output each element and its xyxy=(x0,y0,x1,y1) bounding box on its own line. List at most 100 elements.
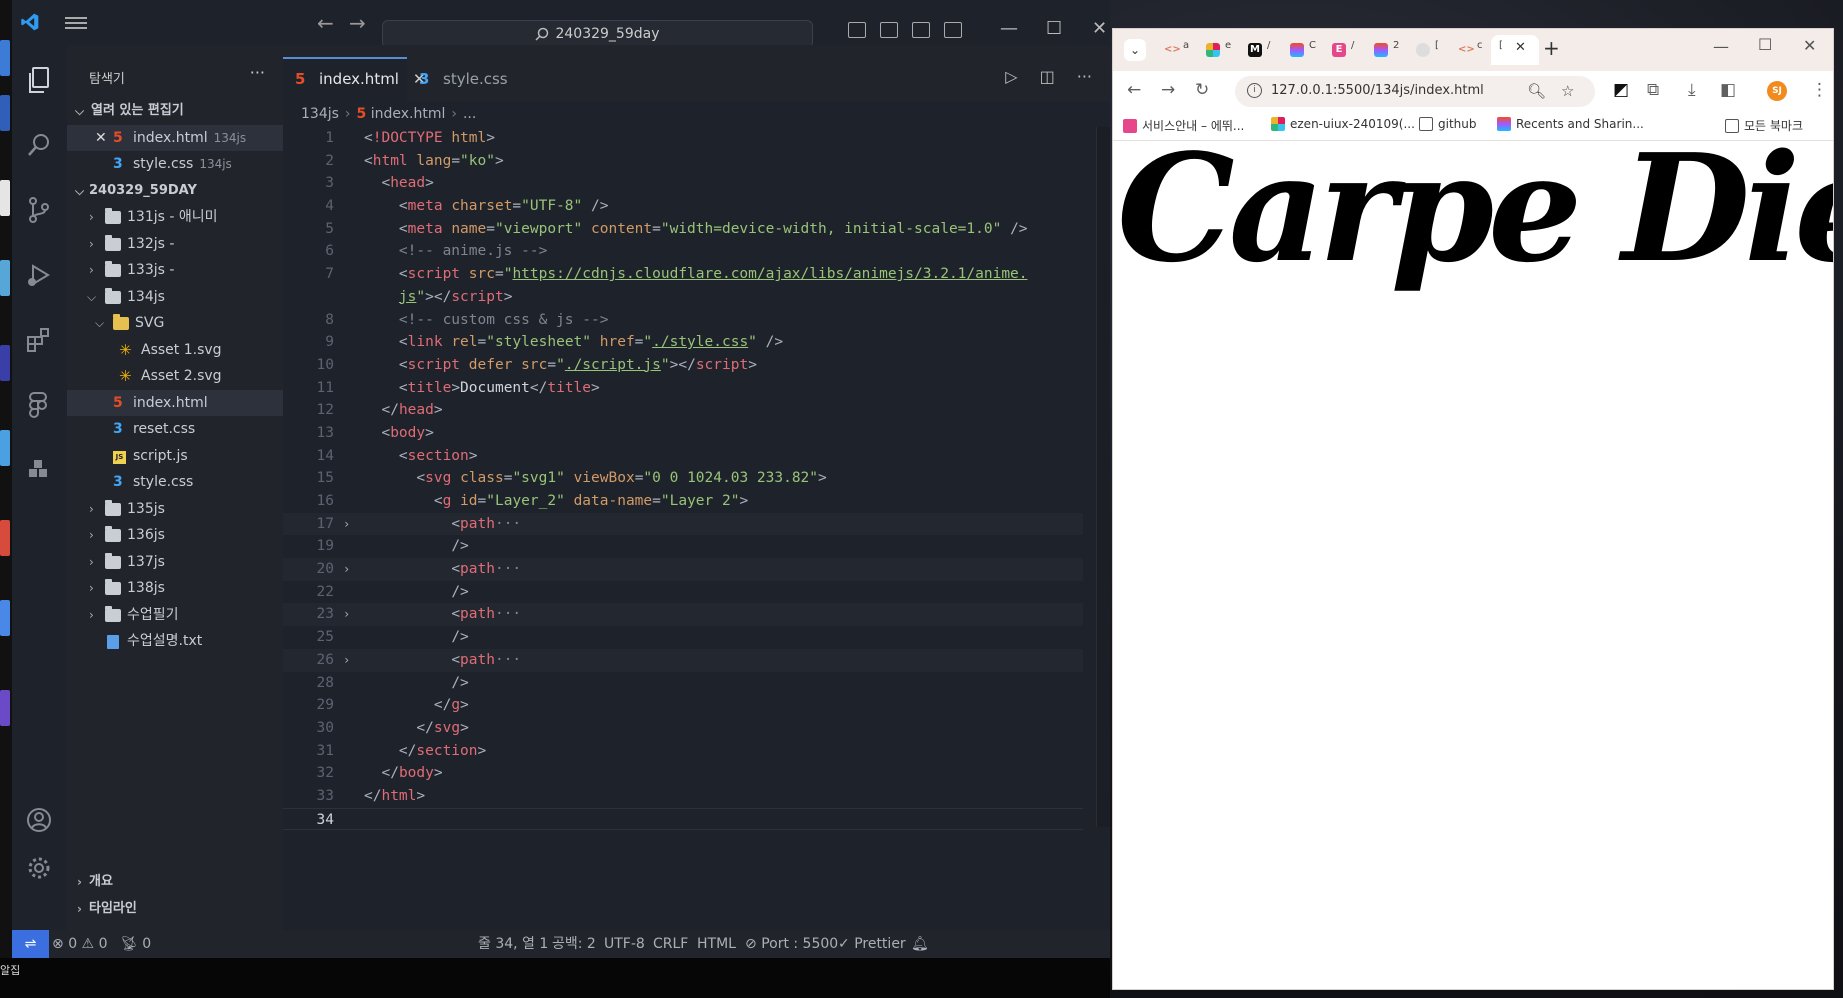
tree-folder[interactable]: ⌵ SVG xyxy=(67,310,283,337)
encoding[interactable]: UTF-8 xyxy=(604,930,645,958)
ports-indicator[interactable]: 📡︎ 0 xyxy=(120,930,151,958)
breadcrumb-symbol[interactable]: ... xyxy=(463,106,476,122)
tree-folder[interactable]: › 132js - xyxy=(67,231,283,258)
run-debug-icon[interactable] xyxy=(24,260,54,290)
run-icon[interactable]: ▷ xyxy=(1005,67,1017,86)
browser-tab[interactable]: M / xyxy=(1239,35,1279,65)
url-text[interactable]: 127.0.0.1:5500/134js/index.html xyxy=(1271,83,1484,98)
back-arrow-icon[interactable]: ← xyxy=(317,11,334,35)
forward-arrow-icon[interactable]: → xyxy=(349,11,366,35)
toggle-primary-sidebar-icon[interactable] xyxy=(848,22,866,38)
tree-folder[interactable]: › 137js xyxy=(67,549,283,576)
tree-folder[interactable]: › 수업필기 xyxy=(67,602,283,629)
browser-tab-active[interactable]: [✕ xyxy=(1491,35,1539,65)
forward-arrow-icon[interactable]: → xyxy=(1161,80,1175,100)
bookmark-folder[interactable]: github xyxy=(1419,117,1476,131)
problems-indicator[interactable]: ⊗ 0 ⚠ 0 xyxy=(52,930,107,958)
browser-tab[interactable]: C xyxy=(1281,35,1321,65)
toggle-panel-icon[interactable] xyxy=(880,22,898,38)
tree-folder[interactable]: › 133js - xyxy=(67,257,283,284)
figma-icon[interactable] xyxy=(24,390,54,420)
workspace-header[interactable]: ⌵ 240329_59DAY xyxy=(67,178,283,205)
remote-indicator-icon[interactable]: ⇌ xyxy=(12,930,49,958)
tree-folder[interactable]: ⌵ 134js xyxy=(67,284,283,311)
bookmark-item[interactable]: ezen-uiux-240109(... xyxy=(1271,117,1415,131)
minimize-icon[interactable]: — xyxy=(1000,18,1018,39)
search-icon[interactable] xyxy=(24,130,54,160)
breadcrumb-folder[interactable]: 134js xyxy=(301,106,339,122)
desktop-app-icon[interactable] xyxy=(0,690,10,726)
line-ending[interactable]: CRLF xyxy=(653,930,688,958)
tree-file[interactable]: 수업설명.txt xyxy=(67,628,283,655)
desktop-app-icon[interactable] xyxy=(0,600,10,636)
tree-file[interactable]: 3 reset.css xyxy=(67,416,283,443)
address-bar[interactable]: i 127.0.0.1:5500/134js/index.html 🔍︎ ☆ xyxy=(1235,76,1595,107)
tree-file[interactable]: ✳ Asset 2.svg xyxy=(67,363,283,390)
chevron-right-icon[interactable]: › xyxy=(343,558,350,581)
explorer-icon[interactable] xyxy=(24,65,54,95)
browser-tab[interactable]: <> a xyxy=(1155,35,1195,65)
remote-explorer-icon[interactable] xyxy=(24,455,54,485)
chevron-right-icon[interactable]: › xyxy=(343,513,350,536)
tree-folder[interactable]: › 138js xyxy=(67,575,283,602)
desktop-app-icon[interactable] xyxy=(0,95,10,131)
command-center-search[interactable]: 240329_59day xyxy=(382,20,813,48)
bookmark-star-icon[interactable]: ☆ xyxy=(1561,82,1574,100)
tree-file[interactable]: 5 index.html xyxy=(67,389,283,416)
side-panel-icon[interactable]: ◧ xyxy=(1720,80,1736,100)
chevron-right-icon[interactable]: › xyxy=(343,649,350,672)
more-actions-icon[interactable]: ··· xyxy=(250,63,265,82)
bookmark-item[interactable]: 서비스안내 – 에뛰... xyxy=(1123,117,1244,134)
desktop-app-icon[interactable] xyxy=(0,520,10,556)
indentation[interactable]: 공백: 2 xyxy=(552,930,596,958)
open-editors-header[interactable]: ⌵ 열려 있는 편집기 xyxy=(67,98,283,125)
settings-gear-icon[interactable] xyxy=(24,853,54,883)
more-actions-icon[interactable]: ··· xyxy=(1077,67,1092,86)
tab-style-css[interactable]: 3 style.css xyxy=(407,57,527,101)
live-server-port[interactable]: ⊘ Port : 5500 xyxy=(745,930,838,958)
account-icon[interactable] xyxy=(24,805,54,835)
browser-tab[interactable]: e xyxy=(1197,35,1237,65)
language-mode[interactable]: HTML xyxy=(697,930,736,958)
open-editor-item[interactable]: 3 style.css 134js xyxy=(67,151,283,178)
browser-tab[interactable]: 2 xyxy=(1365,35,1405,65)
tree-folder[interactable]: › 136js xyxy=(67,522,283,549)
notifications-bell-icon[interactable]: 🔔︎ xyxy=(911,930,929,958)
close-tab-icon[interactable]: ✕ xyxy=(1515,40,1526,55)
bookmark-item[interactable]: Recents and Sharin... xyxy=(1497,117,1644,131)
desktop-app-icon[interactable] xyxy=(0,260,10,296)
desktop-app-icon[interactable] xyxy=(0,345,10,381)
toggle-secondary-sidebar-icon[interactable] xyxy=(912,22,930,38)
tree-file[interactable]: JS script.js xyxy=(67,443,283,470)
download-icon[interactable]: ⤓ xyxy=(1688,80,1696,100)
outline-section[interactable]: › 개요 xyxy=(67,869,283,896)
back-arrow-icon[interactable]: ← xyxy=(1127,80,1141,100)
extensions-icon[interactable] xyxy=(24,325,54,355)
new-tab-icon[interactable]: + xyxy=(1543,36,1560,60)
tab-search-button[interactable]: ⌄ xyxy=(1119,35,1146,65)
tree-file[interactable]: ✳ Asset 1.svg xyxy=(67,337,283,364)
close-icon[interactable]: ✕ xyxy=(95,125,107,152)
chevron-right-icon[interactable]: › xyxy=(343,603,350,626)
tree-folder[interactable]: › 131js - 애니미 xyxy=(67,204,283,231)
desktop-app-icon[interactable] xyxy=(0,180,10,216)
minimize-icon[interactable]: — xyxy=(1713,37,1729,56)
reload-icon[interactable]: ↻ xyxy=(1195,80,1209,100)
code-editor[interactable]: 1 <!DOCTYPE html> 2 <html lang="ko"> 3 <he… xyxy=(283,127,1083,831)
desktop-app-icon[interactable] xyxy=(0,430,10,466)
maximize-icon[interactable]: ☐ xyxy=(1046,18,1062,39)
browser-tab[interactable]: <> c xyxy=(1449,35,1489,65)
browser-tab[interactable]: E / xyxy=(1323,35,1363,65)
site-info-icon[interactable]: i xyxy=(1247,83,1262,98)
split-editor-icon[interactable]: ◫ xyxy=(1040,67,1055,86)
close-icon[interactable]: ✕ xyxy=(1092,18,1107,39)
all-bookmarks-folder[interactable]: 모든 북마크 xyxy=(1725,117,1803,134)
source-control-icon[interactable] xyxy=(24,195,54,225)
browser-tab[interactable]: [ xyxy=(1407,35,1447,65)
cursor-position[interactable]: 줄 34, 열 1 xyxy=(478,930,548,958)
prettier-status[interactable]: ✓ Prettier xyxy=(838,930,906,958)
profile-avatar[interactable]: SJ xyxy=(1767,81,1787,101)
tree-folder[interactable]: › 135js xyxy=(67,496,283,523)
editor-scrollbar[interactable] xyxy=(1096,127,1110,827)
menu-icon[interactable] xyxy=(65,14,87,32)
